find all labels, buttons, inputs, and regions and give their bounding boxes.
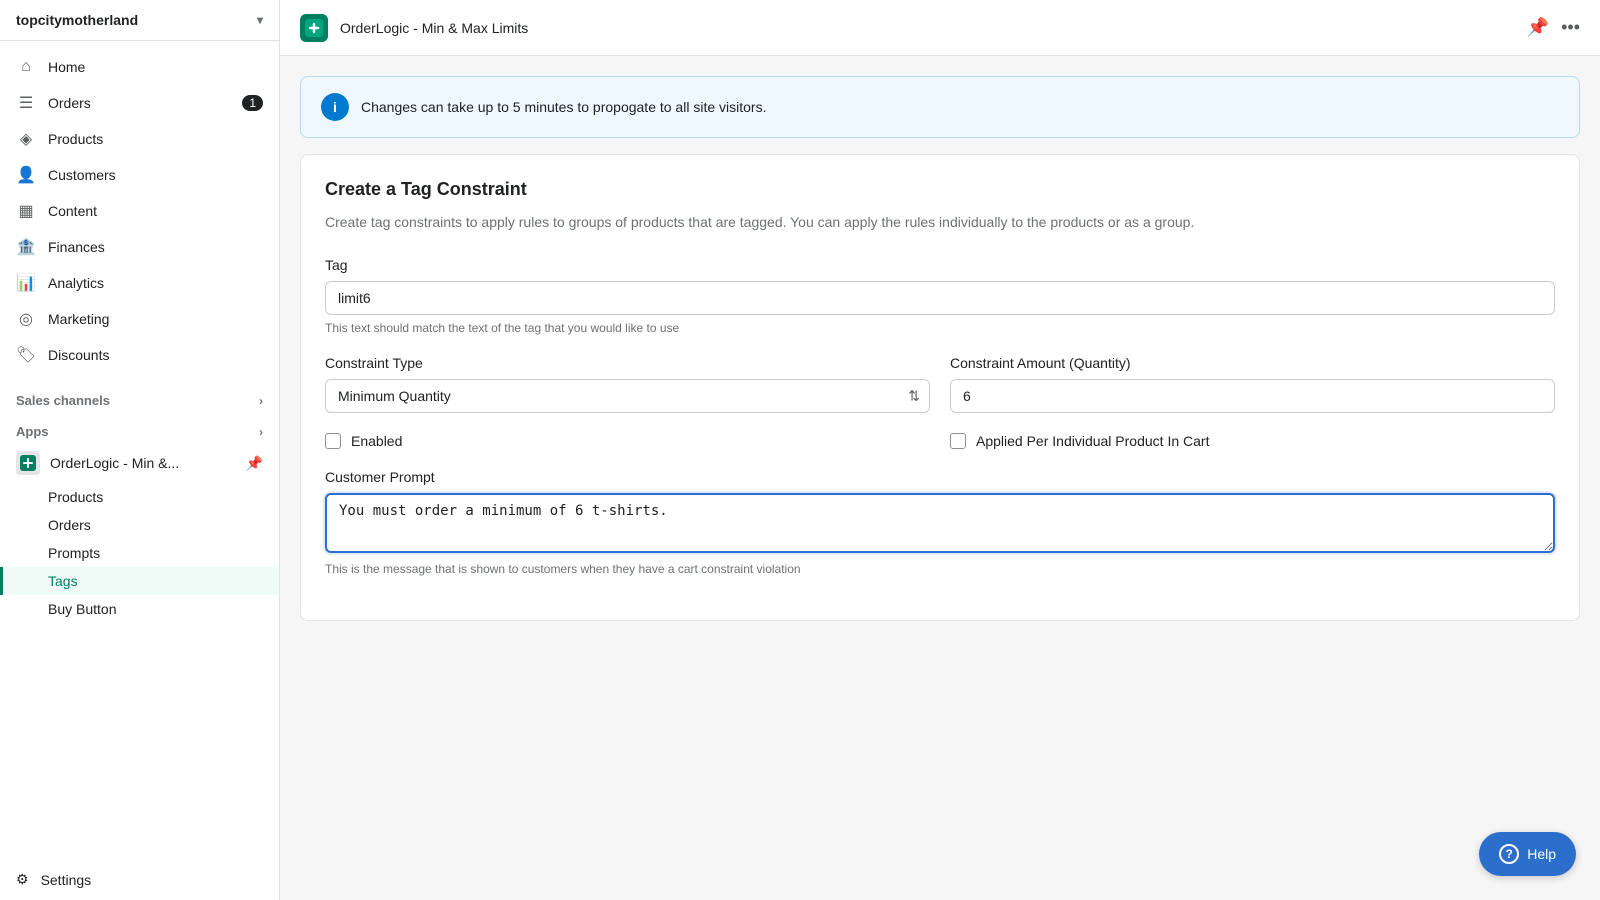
subnav-label: Orders (48, 517, 91, 533)
more-icon[interactable]: ••• (1561, 17, 1580, 38)
home-icon: ⌂ (16, 57, 36, 77)
pin-icon: 📌 (246, 455, 263, 472)
info-icon-text: i (333, 99, 337, 115)
analytics-icon: 📊 (16, 273, 36, 293)
subnav-item-products[interactable]: Products (0, 483, 279, 511)
sidebar-item-label: Content (48, 203, 97, 219)
customers-icon: 👤 (16, 165, 36, 185)
subnav-label: Prompts (48, 545, 100, 561)
info-banner: i Changes can take up to 5 minutes to pr… (300, 76, 1580, 138)
page-title: OrderLogic - Min & Max Limits (340, 20, 1515, 36)
sidebar-item-label: Products (48, 131, 103, 147)
subnav-item-prompts[interactable]: Prompts (0, 539, 279, 567)
pin-icon[interactable]: 📌 (1527, 17, 1549, 38)
applied-per-product-checkbox[interactable] (950, 433, 966, 449)
tag-field-section: Tag This text should match the text of t… (325, 257, 1555, 335)
customer-prompt-hint: This is the message that is shown to cus… (325, 562, 1555, 576)
orders-icon: ☰ (16, 93, 36, 113)
checkboxes-row: Enabled Applied Per Individual Product I… (325, 433, 1555, 449)
content-icon: ▦ (16, 201, 36, 221)
customer-prompt-input[interactable] (325, 493, 1555, 553)
sales-channels-label: Sales channels (16, 393, 110, 408)
main-nav: ⌂ Home ☰ Orders 1 ◈ Products 👤 Customers… (0, 41, 279, 381)
subnav-item-buy-button[interactable]: Buy Button (0, 595, 279, 623)
discounts-icon: 🏷 (16, 345, 36, 365)
sidebar-item-content[interactable]: ▦ Content (0, 193, 279, 229)
sidebar-item-label: Orders (48, 95, 91, 111)
app-logo-icon (16, 451, 40, 475)
sidebar-item-customers[interactable]: 👤 Customers (0, 157, 279, 193)
sidebar-item-label: Customers (48, 167, 116, 183)
sidebar-item-label: Marketing (48, 311, 109, 327)
tag-hint: This text should match the text of the t… (325, 321, 1555, 335)
chevron-right-icon: › (259, 394, 263, 408)
settings-label: Settings (41, 872, 92, 888)
store-name: topcitymotherland (16, 12, 138, 28)
sidebar-item-settings[interactable]: ⚙ Settings (0, 859, 279, 900)
app-sub-nav: Products Orders Prompts Tags Buy Button (0, 483, 279, 623)
chevron-down-icon: ▾ (257, 13, 263, 27)
subnav-item-orders[interactable]: Orders (0, 511, 279, 539)
content-area: i Changes can take up to 5 minutes to pr… (280, 56, 1600, 900)
app-orderlogic[interactable]: OrderLogic - Min &... 📌 (0, 443, 279, 483)
sidebar-item-analytics[interactable]: 📊 Analytics (0, 265, 279, 301)
sidebar-item-products[interactable]: ◈ Products (0, 121, 279, 157)
sidebar: topcitymotherland ▾ ⌂ Home ☰ Orders 1 ◈ … (0, 0, 280, 900)
help-button[interactable]: ? Help (1479, 832, 1576, 876)
help-button-label: Help (1527, 846, 1556, 862)
info-icon: i (321, 93, 349, 121)
tag-input[interactable] (325, 281, 1555, 315)
marketing-icon: ◎ (16, 309, 36, 329)
customer-prompt-label: Customer Prompt (325, 469, 1555, 485)
sidebar-item-label: Analytics (48, 275, 104, 291)
sidebar-item-marketing[interactable]: ◎ Marketing (0, 301, 279, 337)
chevron-right-icon: › (259, 425, 263, 439)
top-bar-actions: 📌 ••• (1527, 17, 1580, 38)
sidebar-item-finances[interactable]: 🏦 Finances (0, 229, 279, 265)
enabled-checkbox-item: Enabled (325, 433, 930, 449)
constraint-type-select-wrapper: Minimum Quantity Maximum Quantity ⇅ (325, 379, 930, 413)
apps-label: Apps (16, 424, 49, 439)
sidebar-item-discounts[interactable]: 🏷 Discounts (0, 337, 279, 373)
sidebar-item-orders[interactable]: ☰ Orders 1 (0, 85, 279, 121)
finances-icon: 🏦 (16, 237, 36, 257)
app-logo (300, 14, 328, 42)
constraint-type-select[interactable]: Minimum Quantity Maximum Quantity (325, 379, 930, 413)
enabled-label: Enabled (351, 433, 402, 449)
banner-message: Changes can take up to 5 minutes to prop… (361, 99, 766, 115)
constraint-type-section: Constraint Type Minimum Quantity Maximum… (325, 355, 930, 413)
card-title: Create a Tag Constraint (325, 179, 1555, 200)
settings-icon: ⚙ (16, 871, 29, 888)
orders-badge: 1 (242, 95, 263, 111)
subnav-label: Products (48, 489, 103, 505)
applied-checkbox-item: Applied Per Individual Product In Cart (950, 433, 1555, 449)
subnav-label: Buy Button (48, 601, 117, 617)
applied-label: Applied Per Individual Product In Cart (976, 433, 1209, 449)
top-bar: OrderLogic - Min & Max Limits 📌 ••• (280, 0, 1600, 56)
subnav-item-tags[interactable]: Tags (0, 567, 279, 595)
sidebar-item-home[interactable]: ⌂ Home (0, 49, 279, 85)
sidebar-item-label: Finances (48, 239, 105, 255)
constraint-amount-section: Constraint Amount (Quantity) (950, 355, 1555, 413)
main-content: OrderLogic - Min & Max Limits 📌 ••• i Ch… (280, 0, 1600, 900)
create-tag-constraint-card: Create a Tag Constraint Create tag const… (300, 154, 1580, 621)
constraint-type-label: Constraint Type (325, 355, 930, 371)
app-name-label: OrderLogic - Min &... (50, 455, 179, 471)
card-description: Create tag constraints to apply rules to… (325, 212, 1555, 233)
sidebar-item-label: Home (48, 59, 85, 75)
store-selector[interactable]: topcitymotherland ▾ (0, 0, 279, 41)
sidebar-item-label: Discounts (48, 347, 109, 363)
enabled-checkbox[interactable] (325, 433, 341, 449)
sales-channels-header[interactable]: Sales channels › (0, 381, 279, 412)
customer-prompt-section: Customer Prompt This is the message that… (325, 469, 1555, 576)
products-icon: ◈ (16, 129, 36, 149)
tag-label: Tag (325, 257, 1555, 273)
apps-header[interactable]: Apps › (0, 412, 279, 443)
constraint-amount-label: Constraint Amount (Quantity) (950, 355, 1555, 371)
constraint-row: Constraint Type Minimum Quantity Maximum… (325, 355, 1555, 413)
constraint-amount-input[interactable] (950, 379, 1555, 413)
help-circle-icon: ? (1499, 844, 1519, 864)
subnav-label: Tags (48, 573, 78, 589)
